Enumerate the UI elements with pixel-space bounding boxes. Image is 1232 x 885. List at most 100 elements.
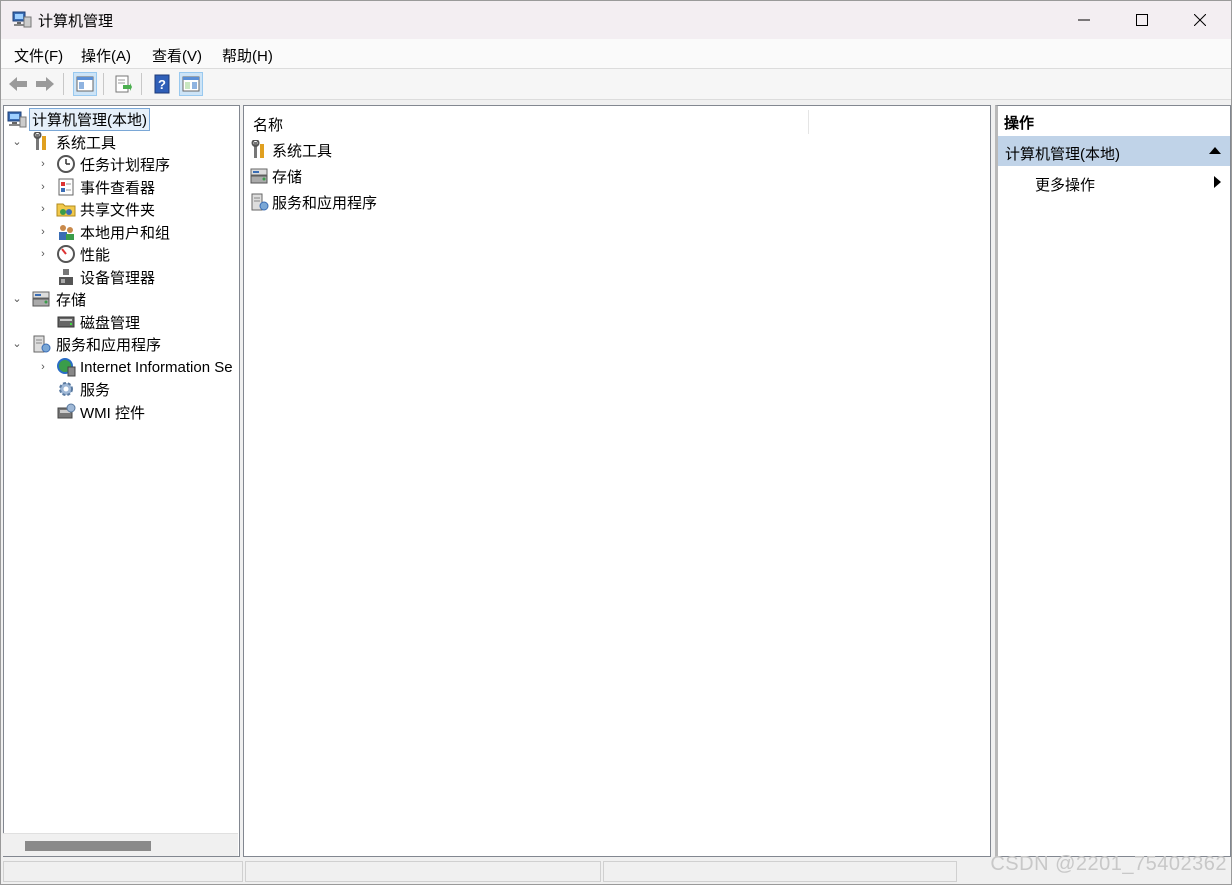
tree-item-storage[interactable]: ⌄ 存储	[12, 288, 86, 310]
menu-action[interactable]: 操作(A)	[81, 45, 131, 66]
close-button[interactable]	[1171, 1, 1229, 39]
tree-horizontal-scrollbar[interactable]	[3, 833, 238, 856]
close-icon	[1194, 14, 1206, 26]
list-item-system-tools[interactable]: 系统工具	[250, 138, 332, 162]
watermark-text: CSDN @2201_75402362	[990, 853, 1227, 875]
chevron-down-icon[interactable]: ⌄	[12, 294, 22, 305]
actions-pane: 操作 计算机管理(本地) 更多操作	[995, 105, 1231, 857]
column-divider[interactable]	[808, 110, 809, 134]
collapse-up-icon[interactable]	[1209, 147, 1221, 154]
results-pane[interactable]: 名称 系统工具 存储 服务和应用程序	[243, 105, 991, 857]
show-hide-tree-button[interactable]	[73, 72, 97, 96]
chevron-right-icon[interactable]: ›	[38, 204, 48, 215]
chevron-down-icon[interactable]: ⌄	[12, 339, 22, 350]
menu-view[interactable]: 查看(V)	[152, 45, 202, 66]
forward-icon	[36, 77, 54, 91]
tree-item-label: 设备管理器	[80, 269, 156, 287]
chevron-right-icon[interactable]: ›	[38, 362, 48, 373]
submenu-arrow-icon	[1214, 176, 1221, 188]
back-button[interactable]	[6, 72, 30, 96]
gear-icon	[56, 379, 76, 399]
tree-item-iis[interactable]: › Internet Information Se	[38, 356, 233, 378]
tree-item-label: 服务和应用程序	[56, 336, 162, 354]
tree-item-shared-folders[interactable]: › 共享文件夹	[38, 198, 155, 220]
tree-item-label: 本地用户和组	[80, 224, 171, 242]
tree-item-local-users-groups[interactable]: › 本地用户和组	[38, 221, 170, 243]
toolbar-separator	[141, 73, 142, 95]
tree-item-services-apps[interactable]: ⌄ 服务和应用程序	[12, 333, 161, 355]
tree-item-label: 性能	[80, 246, 111, 264]
actions-section-header[interactable]: 计算机管理(本地)	[998, 136, 1230, 166]
tree-item-label: 事件查看器	[80, 179, 156, 197]
maximize-button[interactable]	[1113, 1, 1171, 39]
tree-item-task-scheduler[interactable]: › 任务计划程序	[38, 153, 170, 175]
tree-item-label: 系统工具	[56, 134, 117, 152]
tree-item-label: 共享文件夹	[80, 201, 156, 219]
svg-text:?: ?	[158, 77, 166, 92]
export-list-icon	[115, 75, 132, 93]
tree-item-performance[interactable]: › 性能	[38, 243, 110, 265]
menu-help[interactable]: 帮助(H)	[222, 45, 273, 66]
tree-item-services[interactable]: 服务	[56, 378, 110, 400]
show-hide-tree-icon	[76, 76, 94, 92]
list-item-label: 系统工具	[272, 142, 333, 160]
list-item-label: 服务和应用程序	[272, 194, 378, 212]
column-header-name[interactable]: 名称	[253, 114, 283, 135]
show-hide-action-pane-icon	[182, 76, 200, 92]
status-segment	[3, 861, 243, 882]
tree-item-wmi-control[interactable]: WMI 控件	[56, 401, 145, 423]
menu-file[interactable]: 文件(F)	[14, 45, 63, 66]
actions-title-text: 操作	[1004, 115, 1035, 132]
services-apps-icon	[32, 334, 52, 354]
tree-item-system-tools[interactable]: ⌄ 系统工具	[12, 131, 116, 153]
action-label: 更多操作	[1035, 177, 1096, 194]
chevron-right-icon[interactable]: ›	[38, 227, 48, 238]
scrollbar-thumb[interactable]	[25, 841, 151, 851]
services-apps-icon	[250, 192, 270, 212]
action-more-actions[interactable]: 更多操作	[998, 168, 1230, 196]
toolbar-separator	[103, 73, 104, 95]
disk-icon	[56, 312, 76, 332]
chevron-right-icon[interactable]: ›	[38, 249, 48, 260]
tree-item-label: 磁盘管理	[80, 314, 141, 332]
minimize-icon	[1078, 19, 1090, 21]
chevron-right-icon[interactable]: ›	[38, 182, 48, 193]
export-list-button[interactable]	[111, 72, 135, 96]
list-item-storage[interactable]: 存储	[250, 164, 302, 188]
users-icon	[56, 222, 76, 242]
tree-item-label: WMI 控件	[80, 404, 145, 422]
back-icon	[9, 77, 27, 91]
forward-button[interactable]	[33, 72, 57, 96]
status-segment	[245, 861, 601, 882]
column-header-row: 名称	[244, 106, 990, 136]
computer-management-icon	[7, 109, 27, 129]
tree-item-disk-management[interactable]: 磁盘管理	[56, 311, 140, 333]
wmi-icon	[56, 402, 76, 422]
iis-icon	[56, 357, 76, 377]
tree-item-device-manager[interactable]: 设备管理器	[56, 266, 155, 288]
shared-folder-icon	[56, 199, 76, 219]
tree-root[interactable]: 计算机管理(本地)	[7, 107, 150, 131]
help-button[interactable]: ?	[150, 72, 174, 96]
storage-icon	[32, 289, 52, 309]
chevron-down-icon[interactable]: ⌄	[12, 137, 22, 148]
tree-item-label: 服务	[80, 381, 111, 399]
console-tree-pane[interactable]: 计算机管理(本地) ⌄ 系统工具 › 任务计划程序 › 事件查看器 › 共享文件…	[3, 105, 240, 857]
show-hide-action-pane-button[interactable]	[179, 72, 203, 96]
clock-icon	[56, 154, 76, 174]
computer-management-icon	[12, 10, 32, 28]
chevron-right-icon[interactable]: ›	[38, 159, 48, 170]
maximize-icon	[1136, 14, 1148, 26]
tools-icon	[250, 139, 270, 160]
window-title: 计算机管理	[38, 13, 114, 30]
performance-icon	[56, 244, 76, 264]
list-item-services-apps[interactable]: 服务和应用程序	[250, 190, 377, 214]
toolbar-separator	[63, 73, 64, 95]
tree-item-event-viewer[interactable]: › 事件查看器	[38, 176, 155, 198]
minimize-button[interactable]	[1055, 1, 1113, 39]
help-icon: ?	[154, 74, 170, 94]
device-manager-icon	[56, 267, 76, 287]
menu-bar: 文件(F) 操作(A) 查看(V) 帮助(H)	[1, 39, 1231, 69]
actions-title: 操作	[998, 106, 1230, 134]
title-bar[interactable]: 计算机管理	[1, 1, 1231, 39]
